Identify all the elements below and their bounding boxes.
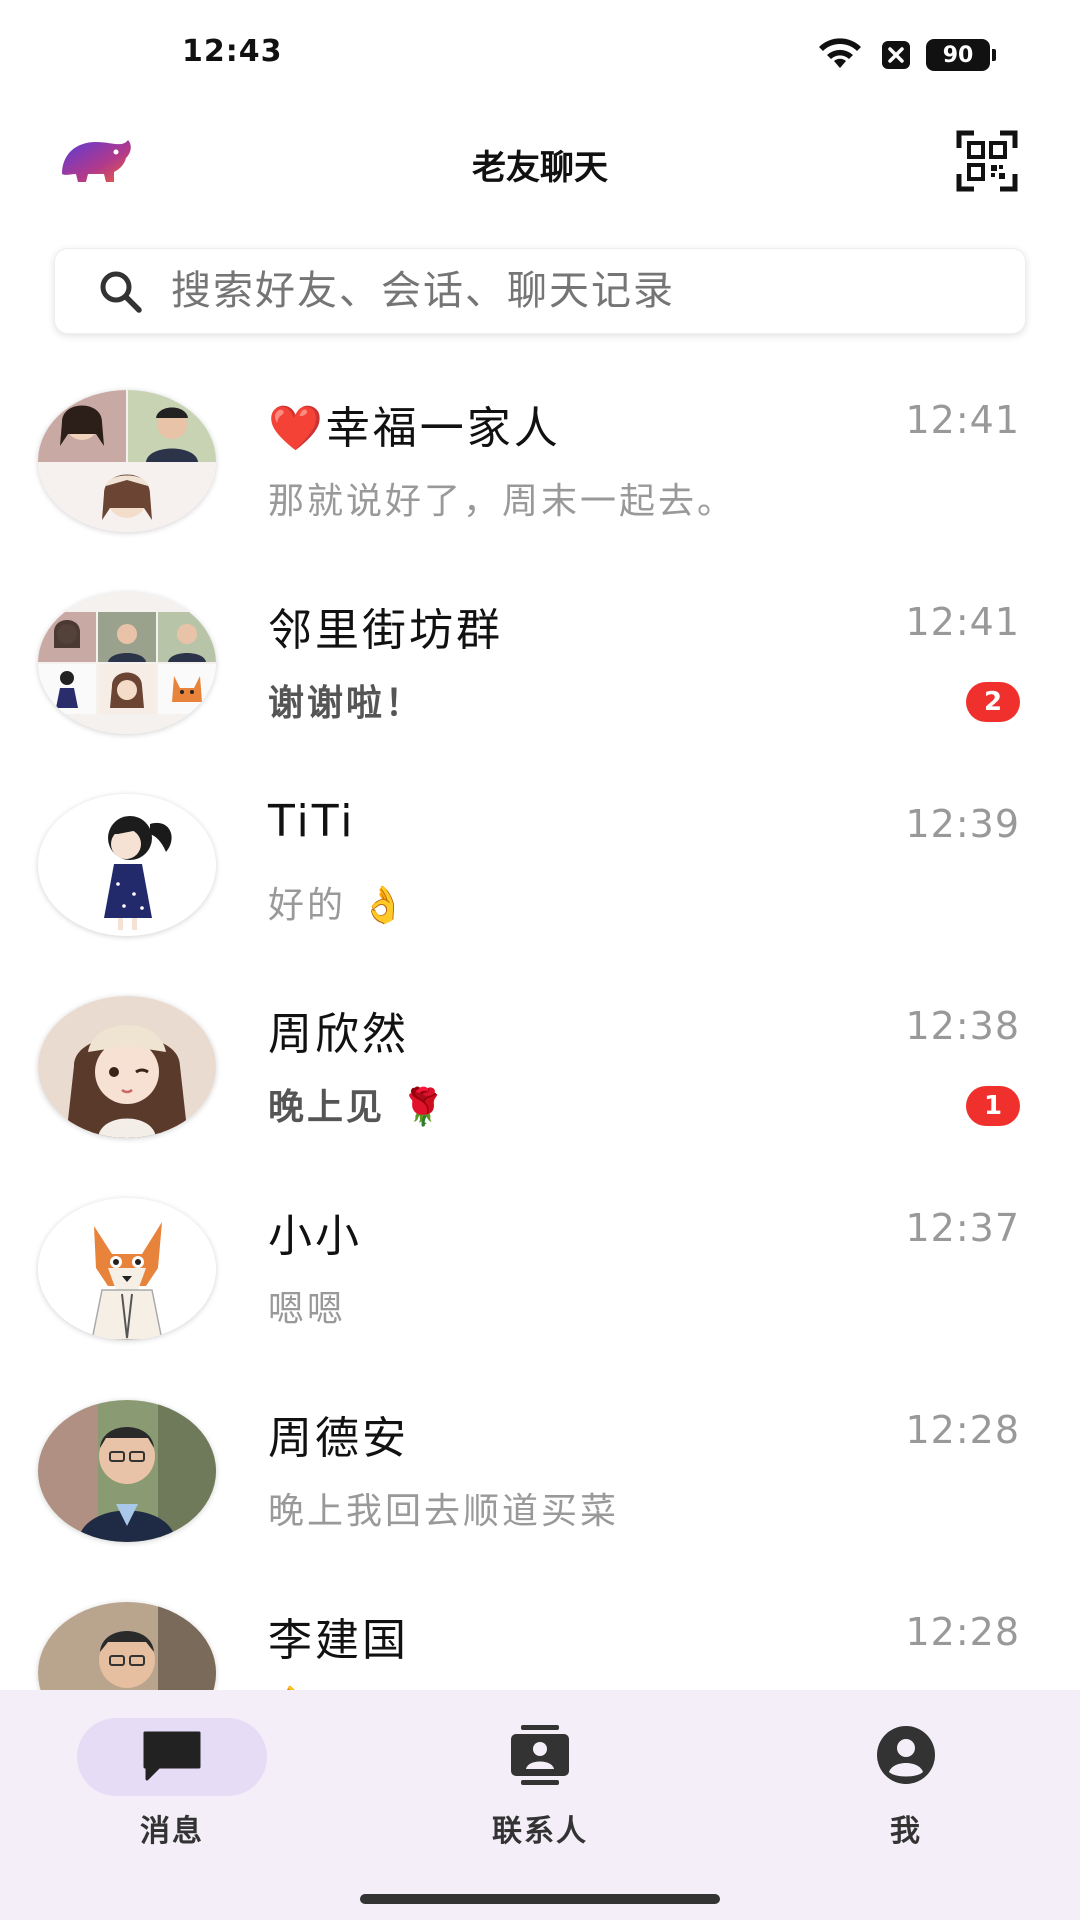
chat-time: 12:39: [905, 802, 1020, 846]
account-circle-icon: [875, 1724, 937, 1790]
fox-avatar: [38, 1198, 216, 1340]
status-bar: 12:43 90: [0, 0, 1080, 110]
search-bar[interactable]: [54, 248, 1026, 334]
tab-contacts[interactable]: 联系人: [440, 1718, 640, 1849]
unread-badge: 1: [966, 1086, 1020, 1126]
home-indicator[interactable]: [360, 1894, 720, 1904]
chat-item[interactable]: 李建国 12:28 👌: [0, 1584, 1080, 1690]
status-time: 12:43: [182, 34, 283, 69]
chat-preview: 好的 👌: [268, 885, 409, 926]
chat-time: 12:37: [905, 1206, 1020, 1250]
chat-time: 12:41: [905, 398, 1020, 442]
chat-name: ❤️幸福一家人: [268, 403, 561, 454]
tab-me-label: 我: [890, 1814, 922, 1849]
wifi-icon: [814, 38, 866, 72]
group-avatar: [38, 390, 216, 532]
app-header: 老友聊天: [0, 110, 1080, 210]
chat-item[interactable]: TiTi 12:39 好的 👌: [0, 776, 1080, 978]
chat-time: 12:38: [905, 1004, 1020, 1048]
chat-preview: 晚上见 🌹: [268, 1087, 449, 1128]
battery-icon: 90: [926, 39, 996, 71]
chat-name: TiTi: [268, 796, 356, 847]
qr-code-icon[interactable]: [956, 130, 1018, 192]
chat-item[interactable]: 周德安 12:28 晚上我回去顺道买菜: [0, 1382, 1080, 1584]
chat-bubble-icon: [141, 1729, 203, 1785]
man-avatar: [38, 1400, 216, 1542]
chat-time: 12:28: [905, 1610, 1020, 1654]
contacts-icon: [509, 1725, 571, 1789]
chat-preview: 晚上我回去顺道买菜: [268, 1491, 620, 1532]
search-icon: [97, 268, 143, 314]
status-icons: 90: [814, 38, 996, 72]
chat-name: 小小: [268, 1211, 362, 1262]
sim-off-icon: [880, 39, 912, 71]
battery-level: 90: [942, 42, 974, 68]
girl-avatar: [38, 794, 216, 936]
tab-messages[interactable]: 消息: [72, 1718, 272, 1849]
chat-time: 12:28: [905, 1408, 1020, 1452]
chat-list[interactable]: ❤️幸福一家人 12:41 那就说好了，周末一起去。 邻里街坊群 12:41 谢…: [0, 372, 1080, 1690]
search-input[interactable]: [171, 268, 1025, 314]
chat-name: 周德安: [268, 1413, 409, 1464]
chat-item[interactable]: 周欣然 12:38 晚上见 🌹 1: [0, 978, 1080, 1180]
unread-badge: 2: [966, 682, 1020, 722]
tab-messages-pill: [77, 1718, 267, 1796]
group-avatar: [38, 592, 216, 734]
man-avatar: [38, 1602, 216, 1690]
chat-item[interactable]: ❤️幸福一家人 12:41 那就说好了，周末一起去。: [0, 372, 1080, 574]
tab-me[interactable]: 我: [806, 1718, 1006, 1849]
chat-preview: 谢谢啦！: [268, 683, 425, 724]
girl-cap-avatar: [38, 996, 216, 1138]
tab-messages-label: 消息: [140, 1814, 204, 1849]
app-title: 老友聊天: [472, 148, 608, 188]
chat-name: 周欣然: [268, 1009, 409, 1060]
chat-item[interactable]: 小小 12:37 嗯嗯: [0, 1180, 1080, 1382]
tab-contacts-label: 联系人: [492, 1814, 588, 1849]
chat-preview: 那就说好了，周末一起去。: [268, 481, 737, 522]
tab-contacts-pill: [445, 1718, 635, 1796]
chat-preview: 嗯嗯: [268, 1289, 347, 1330]
tab-me-pill: [811, 1718, 1001, 1796]
bottom-nav: 消息 联系人 我: [0, 1690, 1080, 1920]
chat-item[interactable]: 邻里街坊群 12:41 谢谢啦！ 2: [0, 574, 1080, 776]
chat-name: 李建国: [268, 1615, 409, 1666]
chat-time: 12:41: [905, 600, 1020, 644]
chat-name: 邻里街坊群: [268, 605, 503, 656]
